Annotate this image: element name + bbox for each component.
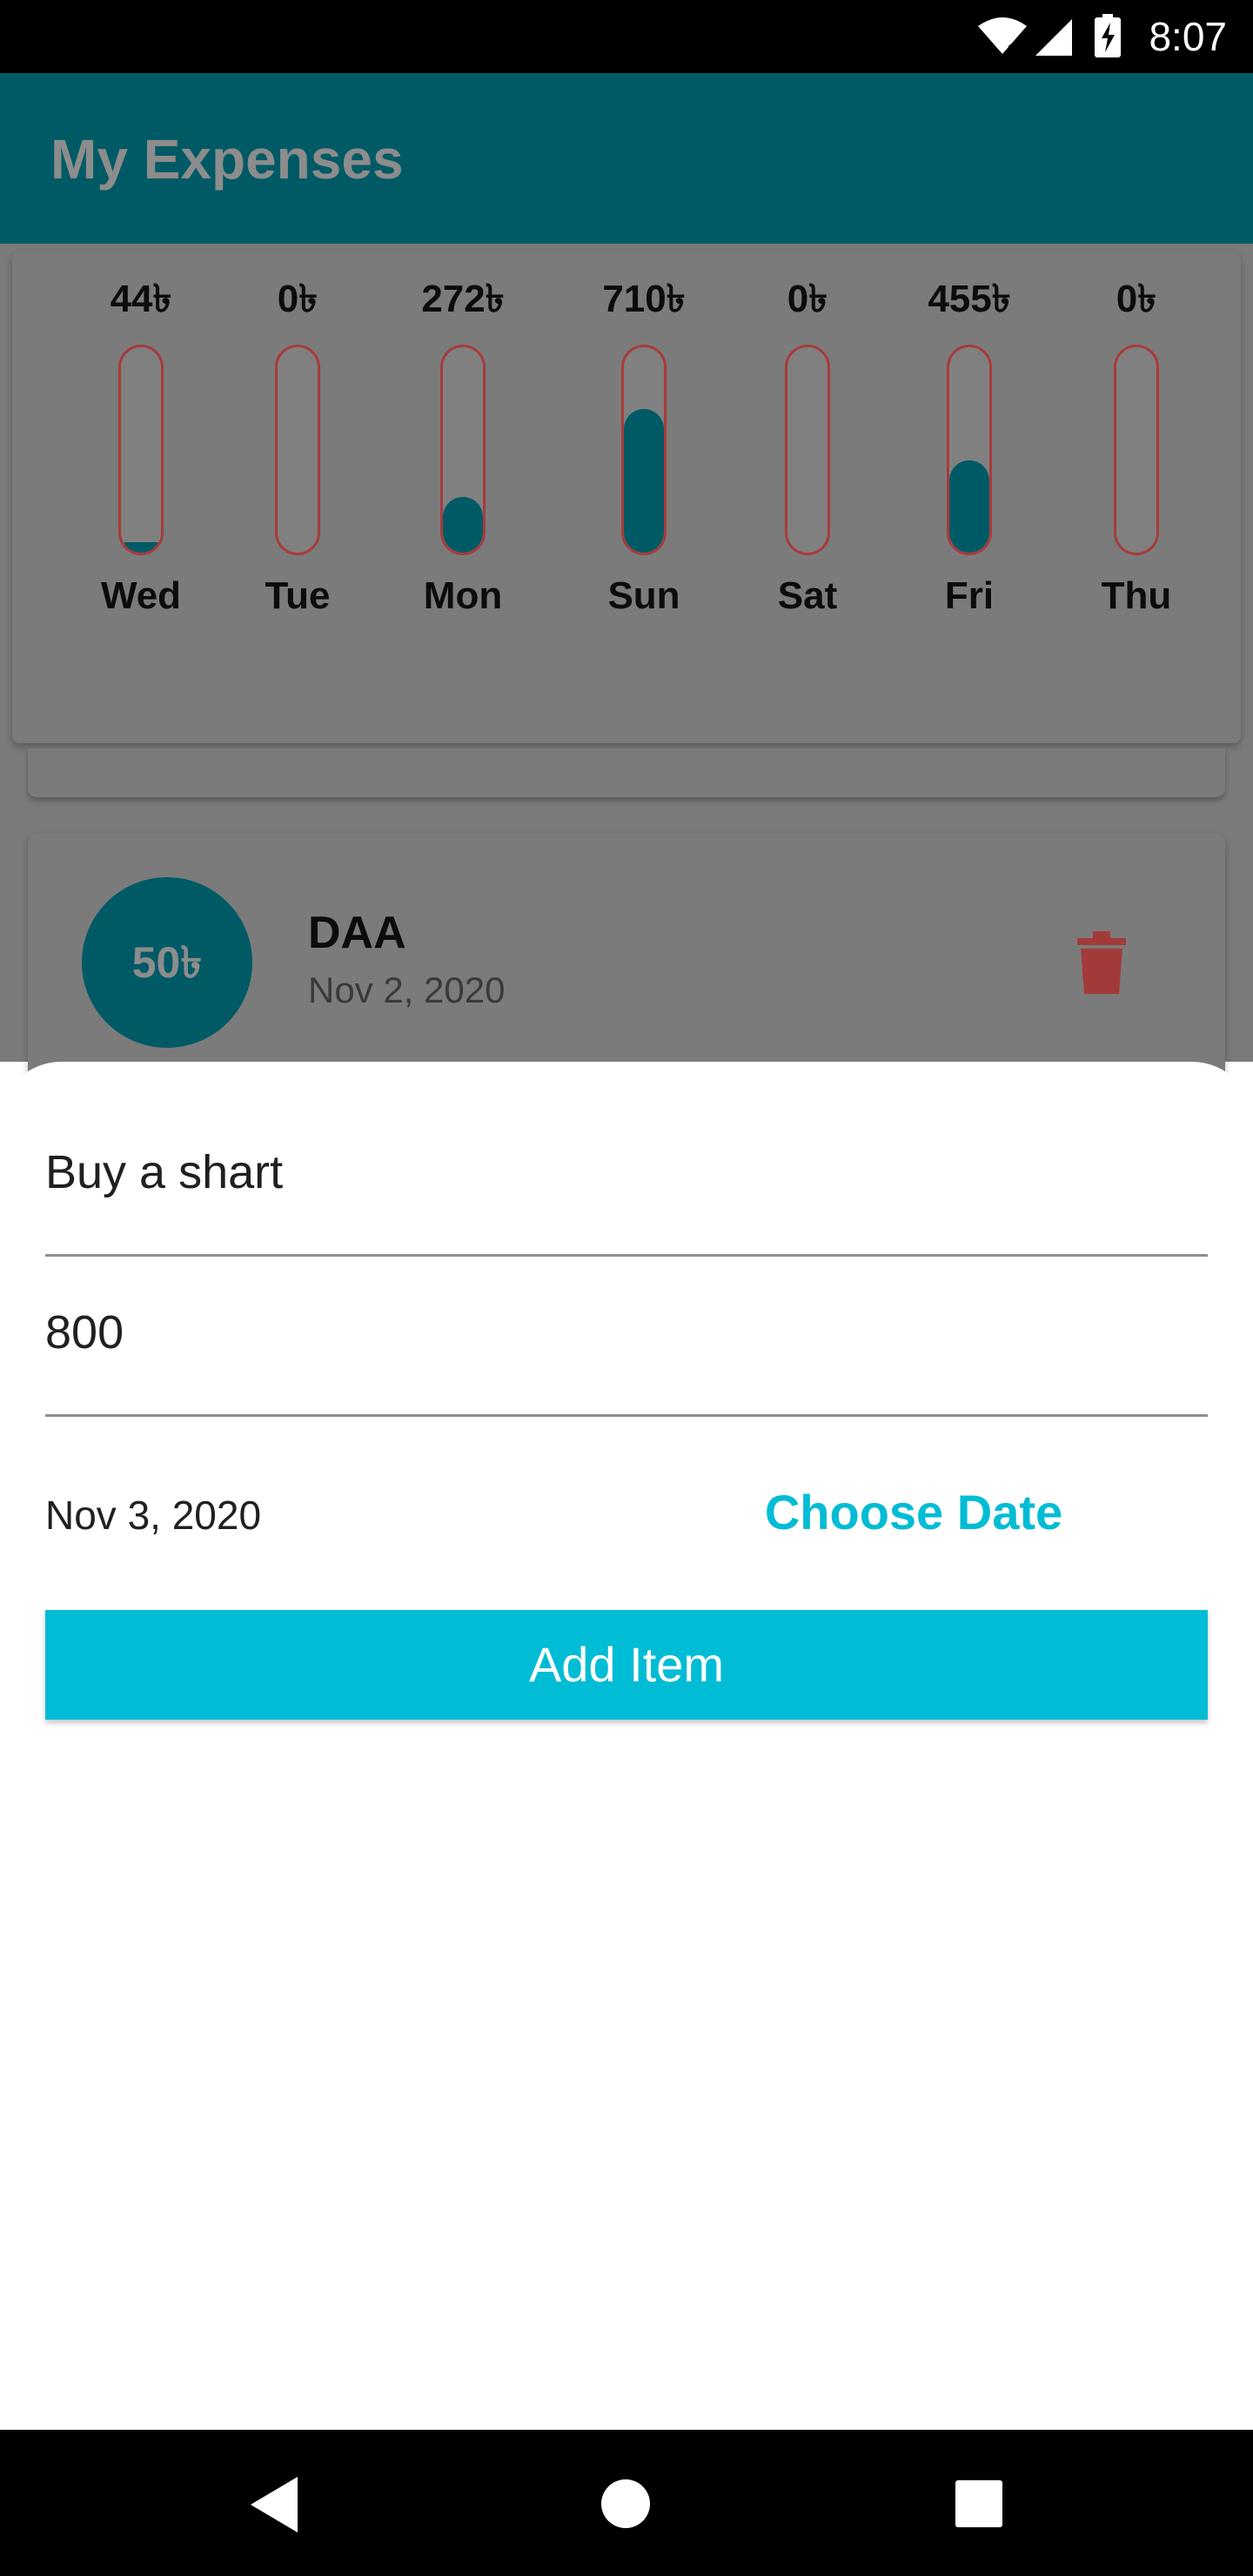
- transaction-card-partial[interactable]: [28, 748, 1225, 797]
- bar-amount: 710৳: [602, 278, 686, 320]
- bar-day-label: Thu: [1101, 574, 1172, 617]
- bar-track: [785, 345, 830, 555]
- transaction-title: DAA: [308, 908, 406, 958]
- bar-fill: [949, 460, 989, 553]
- app-title: My Expenses: [50, 128, 404, 191]
- add-item-button[interactable]: Add Item: [45, 1610, 1208, 1720]
- transaction-amount-avatar: 50৳: [82, 877, 252, 1048]
- bar-day-label: Tue: [265, 574, 331, 617]
- status-time: 8:07: [1149, 14, 1227, 59]
- bar-track: [947, 345, 992, 555]
- chart-bar-tue: 0৳ Tue: [228, 252, 367, 618]
- new-expense-sheet: Buy a shart 800 Nov 3, 2020 Choose Date …: [0, 1062, 1253, 2430]
- selected-date: Nov 3, 2020: [45, 1493, 262, 1538]
- transaction-date: Nov 2, 2020: [308, 969, 506, 1010]
- recents-icon[interactable]: [955, 2480, 1002, 2527]
- signal-icon: [1035, 19, 1072, 56]
- chart-bar-wed: 44৳ Wed: [71, 252, 211, 618]
- wifi-no-internet-icon: [978, 17, 1027, 57]
- back-icon[interactable]: [244, 2473, 305, 2536]
- amount-input[interactable]: 800: [45, 1302, 1208, 1417]
- bar-amount: 0৳: [277, 278, 318, 320]
- bar-amount: 455৳: [928, 278, 1011, 320]
- nav-bar: [0, 2430, 1253, 2576]
- bar-amount: 272৳: [421, 278, 505, 320]
- chart-bar-fri: 455৳ Fri: [900, 252, 1039, 618]
- status-bar: 8:07: [0, 0, 1253, 73]
- bar-day-label: Sat: [777, 574, 838, 617]
- choose-date-button[interactable]: Choose Date: [757, 1478, 1070, 1547]
- bar-fill: [624, 408, 664, 553]
- bar-day-label: Mon: [423, 574, 503, 617]
- home-icon[interactable]: [600, 2479, 651, 2529]
- app-bar: My Expenses: [0, 73, 1253, 244]
- bar-amount: 0৳: [787, 278, 828, 320]
- screen: 8:07 My Expenses 44৳ Wed 0৳ Tue 272৳ Mon: [0, 0, 1253, 2576]
- bar-amount: 44৳: [110, 278, 172, 320]
- chart-bar-thu: 0৳ Thu: [1067, 252, 1206, 618]
- bar-track: [118, 345, 164, 555]
- bar-fill: [443, 497, 483, 553]
- bar-fill: [121, 542, 161, 553]
- chart-bar-mon: 272৳ Mon: [393, 252, 533, 618]
- bar-day-label: Sun: [607, 574, 680, 617]
- bar-amount: 0৳: [1116, 278, 1157, 320]
- chart-bar-sat: 0৳ Sat: [738, 252, 877, 618]
- bar-track: [440, 345, 486, 555]
- battery-charging-icon: [1095, 14, 1121, 57]
- bar-day-label: Fri: [944, 574, 995, 617]
- title-input[interactable]: Buy a shart: [45, 1142, 1208, 1257]
- weekly-chart-card: 44৳ Wed 0৳ Tue 272৳ Mon 710৳ Sun 0৳ Sat …: [12, 252, 1241, 743]
- chart-bar-sun: 710৳ Sun: [574, 252, 714, 618]
- transaction-card[interactable]: 50৳ DAA Nov 2, 2020: [28, 834, 1225, 1095]
- bar-day-label: Wed: [100, 574, 182, 617]
- status-icons: [978, 14, 1121, 57]
- bar-track: [275, 345, 320, 555]
- bar-track: [1114, 345, 1159, 555]
- trash-icon[interactable]: [1075, 931, 1128, 994]
- bar-track: [621, 345, 667, 555]
